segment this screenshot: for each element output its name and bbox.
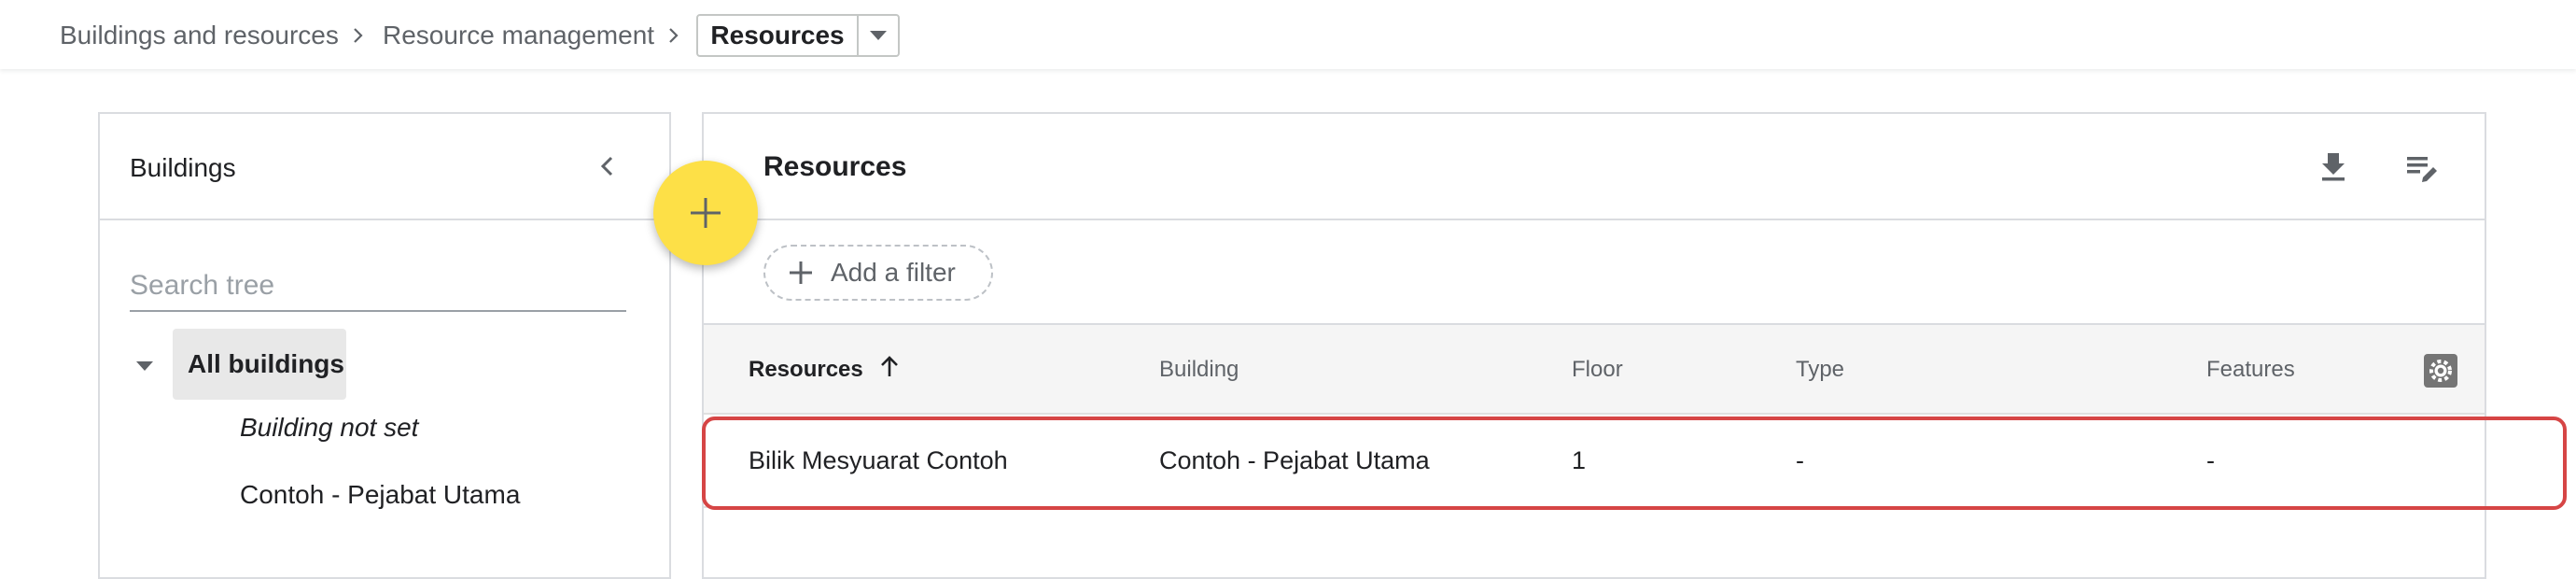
tree-item-all-buildings[interactable]: All buildings [173,329,346,400]
breadcrumb-resource-management[interactable]: Resource management [383,21,654,50]
top-bar: Buildings and resources Resource managem… [0,0,2576,69]
gear-icon[interactable] [2423,353,2458,388]
search-tree-wrapper [130,263,626,312]
breadcrumb-current-label: Resources [698,16,859,55]
resources-panel: Resources Add a filter Resources Buildin… [702,112,2486,579]
sort-ascending-arrow-icon[interactable] [875,353,903,381]
buildings-panel: Buildings All buildings Building not set… [98,112,671,579]
buildings-panel-header: Buildings [100,114,669,220]
tree-item-contoh-pejabat-utama[interactable]: Contoh - Pejabat Utama [240,480,520,510]
breadcrumb-buildings-and-resources[interactable]: Buildings and resources [60,21,339,50]
column-header-floor[interactable]: Floor [1572,357,1623,383]
expand-caret-icon[interactable] [133,355,156,377]
column-header-resources[interactable]: Resources [749,357,863,383]
chevron-right-icon [669,28,679,43]
download-icon[interactable] [2315,148,2352,185]
column-header-type[interactable]: Type [1796,357,1844,383]
cell-floor: 1 [1572,446,1587,474]
plus-icon [691,198,721,228]
column-header-building[interactable]: Building [1159,357,1239,383]
column-header-features[interactable]: Features [2206,357,2295,383]
cell-resource-name[interactable]: Bilik Mesyuarat Contoh [749,446,1008,475]
add-resource-fab[interactable] [653,161,758,265]
cell-building: Contoh - Pejabat Utama [1159,446,1430,474]
resources-panel-header: Resources [704,114,2485,220]
plus-icon [790,261,812,284]
cell-type: - [1796,446,1804,474]
resources-panel-title: Resources [763,151,907,182]
add-filter-label: Add a filter [831,258,956,287]
filter-row: Add a filter [704,220,2485,325]
cell-features: - [2206,446,2215,474]
breadcrumb-current-selector[interactable]: Resources [696,14,900,57]
buildings-panel-title: Buildings [130,153,236,182]
collapse-panel-icon[interactable] [593,151,623,181]
table-header-row: Resources Building Floor Type Features [704,325,2485,415]
search-tree-input[interactable] [130,263,626,308]
chevron-right-icon [354,28,363,43]
add-filter-button[interactable]: Add a filter [763,245,993,301]
table-row[interactable]: Bilik Mesyuarat Contoh Contoh - Pejabat … [704,415,2485,508]
dropdown-arrow-icon[interactable] [859,16,898,55]
tree-item-building-not-set[interactable]: Building not set [240,413,418,443]
edit-columns-icon[interactable] [2402,148,2440,185]
